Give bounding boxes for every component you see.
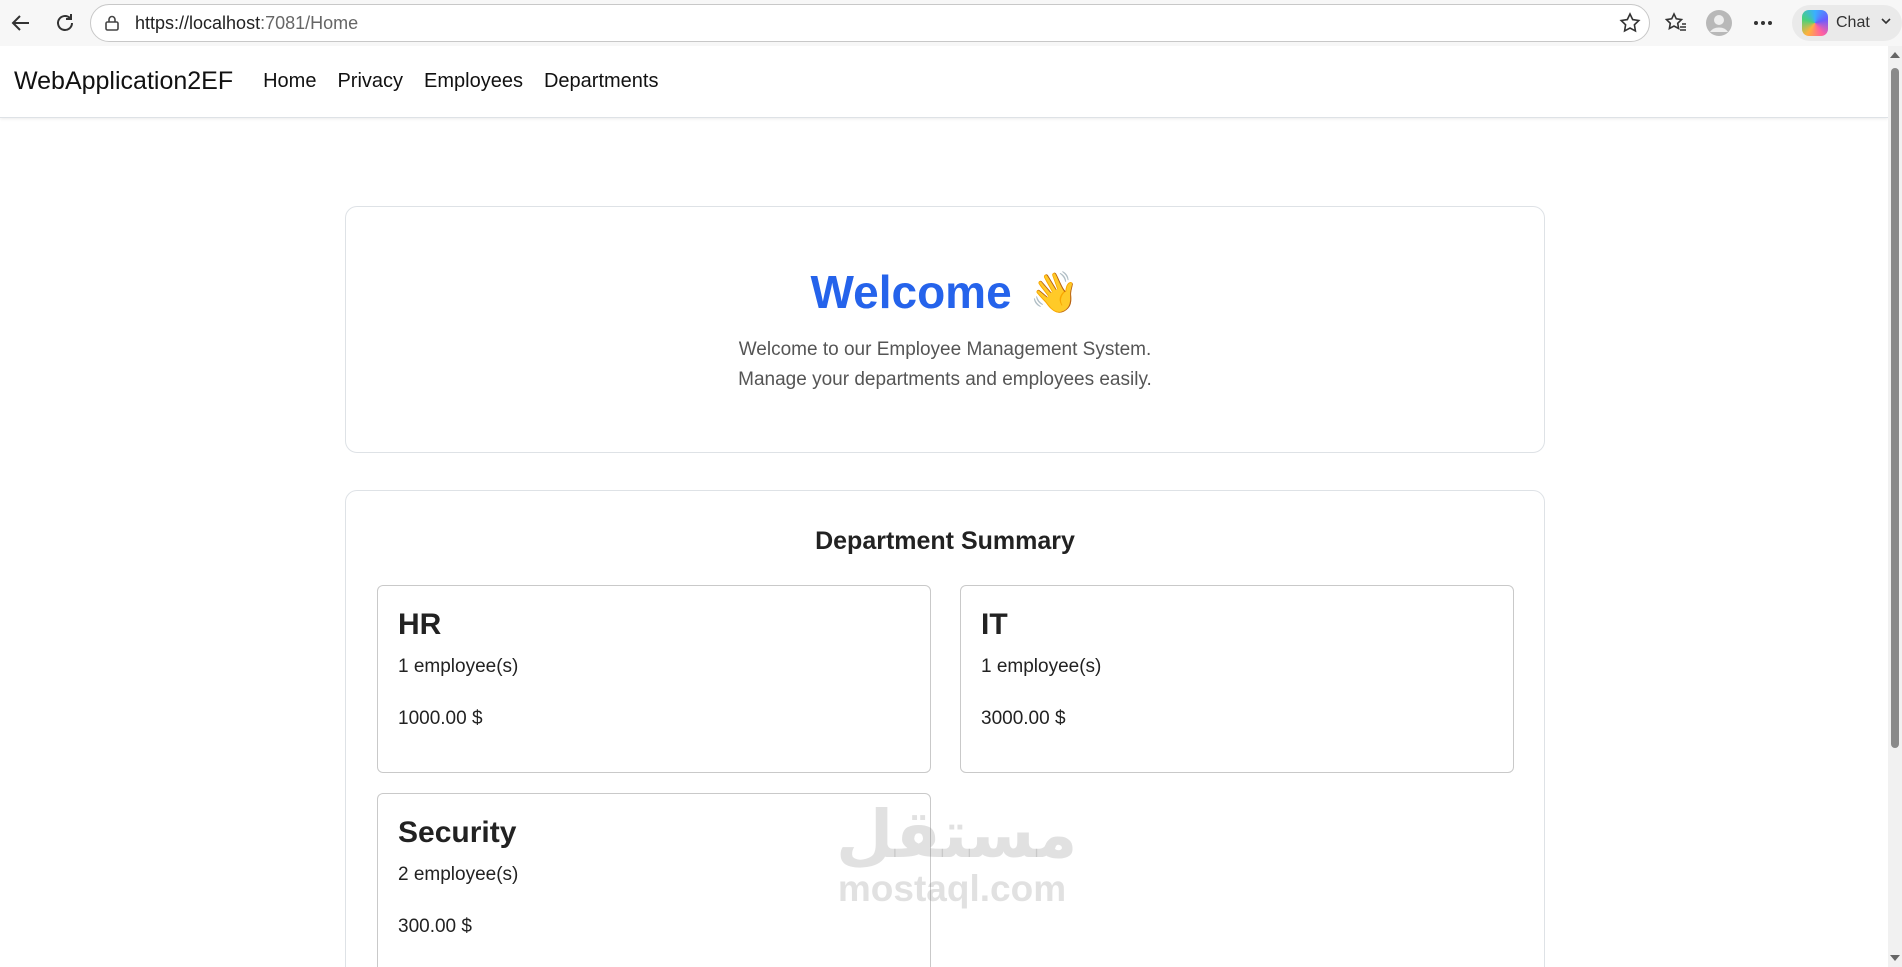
department-employee-count: 1 employee(s) xyxy=(398,656,519,677)
department-name: Security xyxy=(398,816,517,849)
reload-icon[interactable] xyxy=(50,8,80,38)
department-employee-count: 2 employee(s) xyxy=(398,864,519,885)
summary-title: Department Summary xyxy=(815,527,1075,555)
nav-link-home[interactable]: Home xyxy=(263,70,316,93)
department-name: IT xyxy=(981,608,1008,641)
navbar-brand[interactable]: WebApplication2EF xyxy=(14,67,233,96)
scroll-down-icon[interactable] xyxy=(1890,955,1900,961)
nav-link-departments[interactable]: Departments xyxy=(544,70,659,93)
welcome-card: Welcome 👋 Welcome to our Employee Manage… xyxy=(345,206,1545,453)
browser-toolbar: https://localhost:7081/Home Chat xyxy=(0,0,1902,46)
department-card-security: Security 2 employee(s) 300.00 $ xyxy=(377,793,931,967)
department-salary: 1000.00 $ xyxy=(398,708,483,729)
url-path: :7081/Home xyxy=(260,12,359,33)
welcome-line-1: Welcome to our Employee Management Syste… xyxy=(738,339,1152,360)
department-employee-count: 1 employee(s) xyxy=(981,656,1102,677)
welcome-line-2: Manage your departments and employees ea… xyxy=(738,369,1152,390)
more-options-icon[interactable] xyxy=(1748,8,1778,38)
welcome-heading: Welcome 👋 xyxy=(346,265,1544,319)
department-card-it: IT 1 employee(s) 3000.00 $ xyxy=(960,585,1514,773)
nav-link-privacy[interactable]: Privacy xyxy=(337,70,403,93)
welcome-description: Welcome to our Employee Management Syste… xyxy=(346,335,1544,395)
site-info-icon[interactable] xyxy=(103,14,121,37)
chat-button[interactable]: Chat xyxy=(1792,5,1902,41)
favorites-icon[interactable] xyxy=(1661,8,1691,38)
department-salary: 300.00 $ xyxy=(398,916,472,937)
profile-avatar-icon[interactable] xyxy=(1704,8,1734,38)
chevron-down-icon xyxy=(1880,14,1892,32)
scrollbar-thumb[interactable] xyxy=(1891,68,1899,748)
page-scrollbar[interactable] xyxy=(1888,46,1902,967)
department-salary: 3000.00 $ xyxy=(981,708,1066,729)
chat-label: Chat xyxy=(1836,14,1870,31)
department-name: HR xyxy=(398,608,442,641)
welcome-title: Welcome xyxy=(810,266,1012,318)
url-host: https://localhost xyxy=(135,12,261,33)
nav-link-employees[interactable]: Employees xyxy=(424,70,523,93)
back-icon[interactable] xyxy=(6,8,36,38)
scroll-up-icon[interactable] xyxy=(1890,52,1900,58)
page-viewport: WebApplication2EF Home Privacy Employees… xyxy=(0,46,1902,967)
address-bar[interactable]: https://localhost:7081/Home xyxy=(90,4,1650,42)
favorite-star-icon[interactable] xyxy=(1619,12,1641,39)
department-card-hr: HR 1 employee(s) 1000.00 $ xyxy=(377,585,931,773)
department-summary-card: Department Summary HR 1 employee(s) 1000… xyxy=(345,490,1545,967)
site-navbar: WebApplication2EF Home Privacy Employees… xyxy=(0,46,1888,118)
waving-hand-icon: 👋 xyxy=(1029,270,1080,315)
copilot-icon xyxy=(1802,10,1828,36)
